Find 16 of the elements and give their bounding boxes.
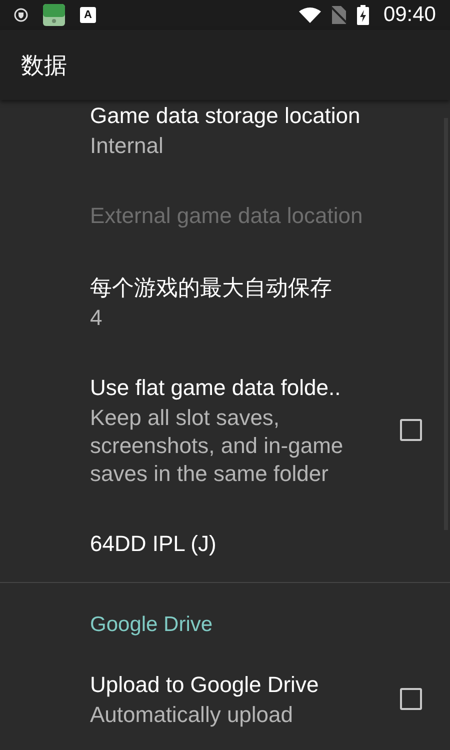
shield-icon xyxy=(14,8,28,22)
category-header: Google Drive xyxy=(90,613,213,636)
preference-item[interactable]: Upload to Google Drive Automatically upload xyxy=(0,649,450,729)
preference-item[interactable]: 每个游戏的最大自动保存 4 xyxy=(0,252,450,352)
checkbox[interactable] xyxy=(400,688,422,710)
preference-item[interactable]: Game data storage location Internal xyxy=(0,100,450,180)
clock: 09:40 xyxy=(383,3,436,27)
app-icon xyxy=(42,3,66,27)
battery-icon xyxy=(357,5,370,25)
preference-item[interactable]: Use flat game data folde.. Keep all slot saves, screenshots, and in-game saves in the same folder xyxy=(0,352,450,508)
wifi-icon xyxy=(299,7,322,23)
checkbox[interactable] xyxy=(400,419,422,441)
no-sim-icon xyxy=(331,6,348,24)
screen-title: 数据 xyxy=(21,50,67,80)
app-badge: A xyxy=(80,7,96,23)
preference-item[interactable]: 64DD IPL (J) xyxy=(0,508,450,580)
